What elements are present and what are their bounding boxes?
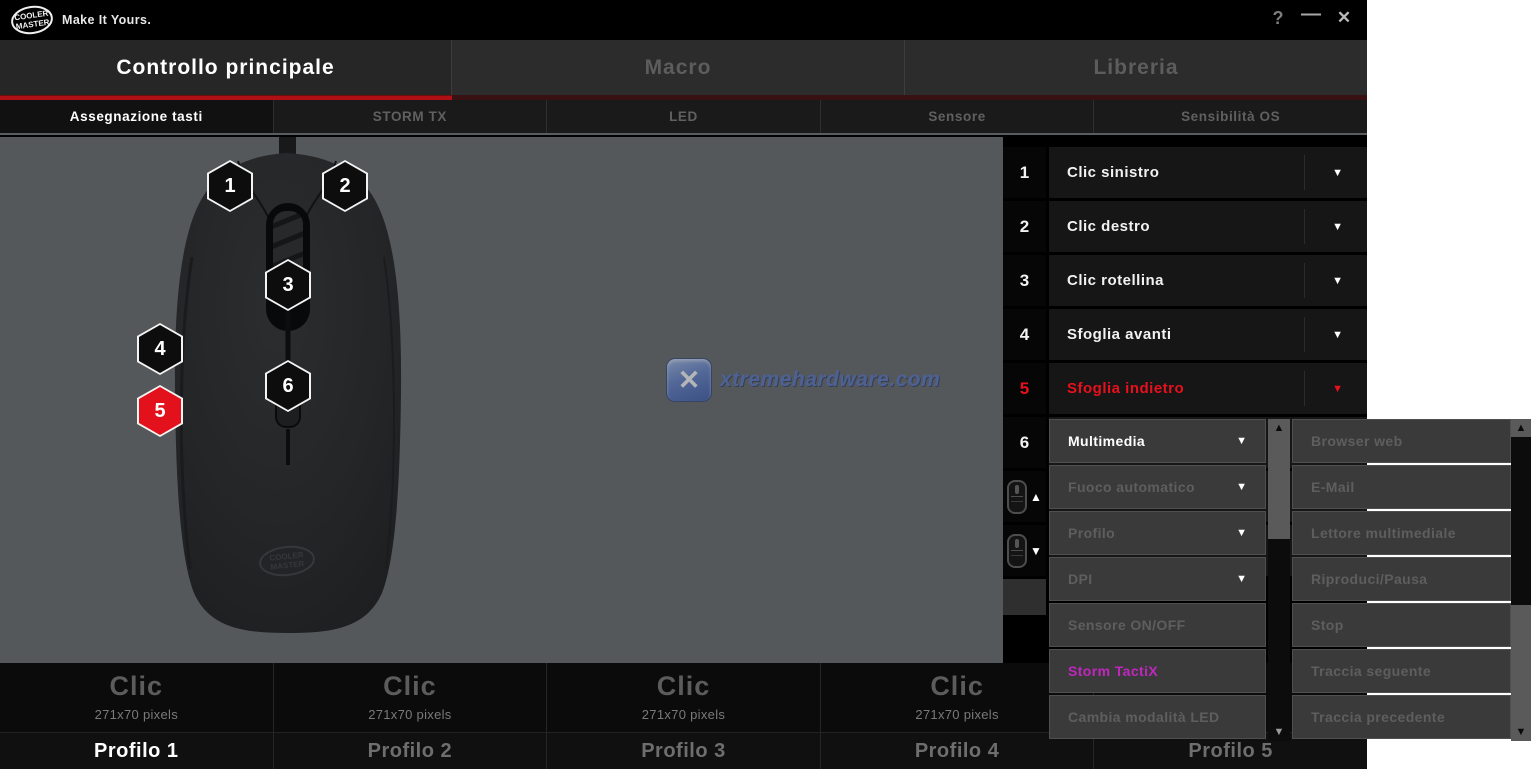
screen: COOLER MASTER Make It Yours. ? — ✕ Contr… <box>0 0 1531 769</box>
clic-size-label: 271x70 pixels <box>642 707 725 722</box>
mouse-scroll-down-icon <box>1007 534 1027 568</box>
assignment-label: Clic rotellina <box>1049 272 1164 289</box>
clic-size-label: 271x70 pixels <box>95 707 178 722</box>
subtab-sensore[interactable]: Sensore <box>821 100 1095 133</box>
button-number: 3 <box>1003 255 1046 306</box>
menu-item-dpi[interactable]: DPI ▼ <box>1049 557 1266 601</box>
button-number: 4 <box>1003 309 1046 360</box>
clic-button-3[interactable]: Clic 271x70 pixels <box>547 663 821 732</box>
x-icon: ✕ <box>666 358 712 402</box>
main-tab-bar: Controllo principale Macro Libreria <box>0 40 1367 95</box>
profile-tab-2[interactable]: Profilo 2 <box>274 733 548 769</box>
clic-button-2[interactable]: Clic 271x70 pixels <box>274 663 548 732</box>
clic-size-label: 271x70 pixels <box>368 707 451 722</box>
scroll-up-button[interactable]: ▲ <box>1511 422 1531 434</box>
subtab-led[interactable]: LED <box>547 100 821 133</box>
assignment-dropdown-menu: Multimedia ▼ Fuoco automatico ▼ Profilo … <box>1049 419 1290 741</box>
button-number: 2 <box>1003 201 1046 252</box>
menu-item-storm-tactix[interactable]: Storm TactiX <box>1049 649 1266 693</box>
clic-button-1[interactable]: Clic 271x70 pixels <box>0 663 274 732</box>
chevron-down-icon[interactable]: ▼ <box>1332 383 1343 395</box>
assignment-label: Clic sinistro <box>1049 164 1159 181</box>
tab-controllo-principale[interactable]: Controllo principale <box>0 40 452 95</box>
menu-item-cambia-modalita-led[interactable]: Cambia modalità LED <box>1049 695 1266 739</box>
submenu-item-traccia-seguente[interactable]: Traccia seguente <box>1292 649 1511 693</box>
assignment-label: Clic destro <box>1049 218 1150 235</box>
brand-tagline: Make It Yours. <box>62 13 151 27</box>
scroll-down-button[interactable]: ▼ <box>1511 726 1531 738</box>
submenu-item-browser-web[interactable]: Browser web <box>1292 419 1511 463</box>
scrollbar-thumb[interactable] <box>1511 437 1531 605</box>
chevron-down-icon[interactable]: ▼ <box>1332 221 1343 233</box>
cooler-master-logo: COOLER MASTER <box>10 3 54 37</box>
chevron-down-icon: ▼ <box>1236 573 1247 585</box>
profile-tab-1[interactable]: Profilo 1 <box>0 733 274 769</box>
chevron-down-icon: ▼ <box>1236 481 1247 493</box>
multimedia-submenu: Browser web E-Mail Lettore multimediale … <box>1292 419 1531 741</box>
assignment-label: Sfoglia avanti <box>1049 326 1172 343</box>
chevron-down-icon[interactable]: ▼ <box>1332 275 1343 287</box>
clic-size-label: 271x70 pixels <box>915 707 998 722</box>
chevron-down-icon[interactable]: ▼ <box>1332 329 1343 341</box>
subtab-sensibilita-os[interactable]: Sensibilità OS <box>1094 100 1367 133</box>
chevron-down-icon: ▼ <box>1236 527 1247 539</box>
button-number: 6 <box>1003 417 1046 468</box>
button-number: 1 <box>1003 147 1046 198</box>
menu-item-fuoco-automatico[interactable]: Fuoco automatico ▼ <box>1049 465 1266 509</box>
scrollbar-thumb[interactable] <box>1268 419 1290 539</box>
tab-libreria[interactable]: Libreria <box>905 40 1367 95</box>
profile-tab-3[interactable]: Profilo 3 <box>547 733 821 769</box>
help-button[interactable]: ? <box>1264 8 1292 29</box>
dropdown-scrollbar[interactable]: ▲ ▼ <box>1268 419 1290 741</box>
submenu-item-lettore-multimediale[interactable]: Lettore multimediale <box>1292 511 1511 555</box>
minimize-button[interactable]: — <box>1297 3 1325 26</box>
titlebar: COOLER MASTER Make It Yours. ? — ✕ <box>0 0 1367 40</box>
scroll-down-button[interactable]: ▼ <box>1268 726 1290 738</box>
submenu-item-riproduci-pausa[interactable]: Riproduci/Pausa <box>1292 557 1511 601</box>
menu-item-sensore-on-off[interactable]: Sensore ON/OFF <box>1049 603 1266 647</box>
menu-item-multimedia[interactable]: Multimedia ▼ <box>1049 419 1266 463</box>
assignment-label: Sfoglia indietro <box>1049 380 1184 397</box>
menu-item-profilo[interactable]: Profilo ▼ <box>1049 511 1266 555</box>
submenu-item-stop[interactable]: Stop <box>1292 603 1511 647</box>
arrow-up-icon: ▲ <box>1030 490 1042 504</box>
submenu-scrollbar[interactable]: ▲ ▼ <box>1511 419 1531 741</box>
scroll-up-button[interactable]: ▲ <box>1268 422 1290 434</box>
submenu-item-traccia-precedente[interactable]: Traccia precedente <box>1292 695 1511 739</box>
arrow-down-icon: ▼ <box>1030 544 1042 558</box>
chevron-down-icon[interactable]: ▼ <box>1332 167 1343 179</box>
subtab-storm-tx[interactable]: STORM TX <box>274 100 548 133</box>
submenu-item-email[interactable]: E-Mail <box>1292 465 1511 509</box>
chevron-down-icon: ▼ <box>1236 435 1247 447</box>
empty-row-stub <box>1003 579 1046 615</box>
sub-tab-bar: Assegnazione tasti STORM TX LED Sensore … <box>0 100 1367 135</box>
subtab-assegnazione-tasti[interactable]: Assegnazione tasti <box>0 100 274 133</box>
close-button[interactable]: ✕ <box>1330 8 1358 28</box>
tab-macro[interactable]: Macro <box>452 40 905 95</box>
mouse-scroll-up-icon <box>1007 480 1027 514</box>
mouse-preview-area: COOLER MASTER 1 2 3 4 5 6 ✕ xtremehardwa… <box>0 137 1003 663</box>
button-number: 5 <box>1003 363 1046 414</box>
watermark: ✕ xtremehardware.com <box>666 358 940 402</box>
